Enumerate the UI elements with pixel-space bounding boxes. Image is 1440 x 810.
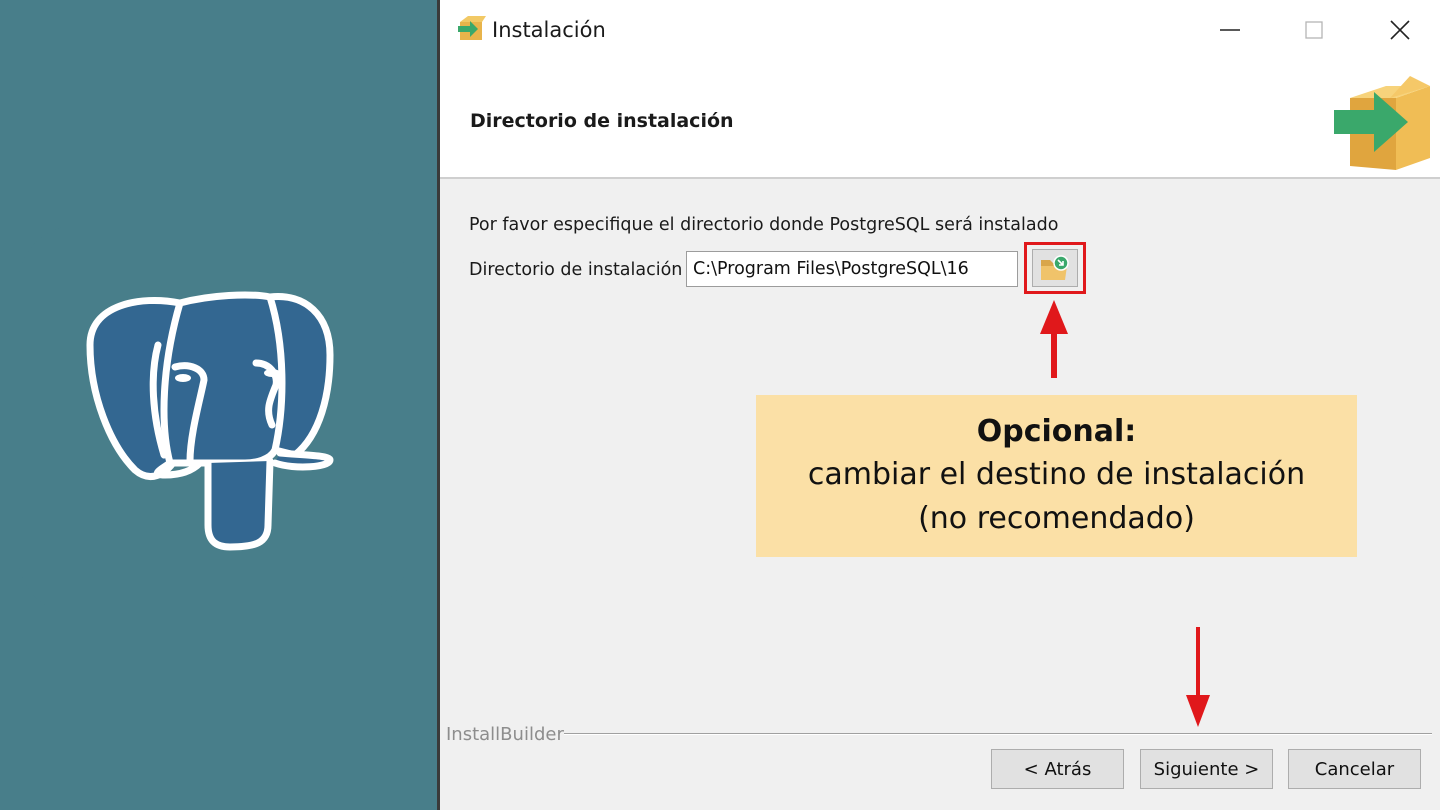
maximize-icon	[1305, 21, 1323, 39]
install-box-arrow-icon	[1334, 76, 1430, 170]
close-button[interactable]	[1380, 12, 1420, 48]
up-arrow-annotation	[1040, 300, 1068, 378]
callout-line-2: (no recomendado)	[918, 501, 1195, 536]
callout-line-1: cambiar el destino de instalación	[807, 457, 1306, 492]
callout-title: Opcional:	[976, 414, 1137, 449]
installbuilder-brand: InstallBuilder	[446, 724, 564, 745]
title-bar: Instalación	[440, 0, 1440, 60]
close-icon	[1390, 20, 1410, 40]
dir-label: Directorio de instalación	[469, 260, 683, 280]
down-arrow-annotation	[1186, 627, 1210, 727]
minimize-icon	[1220, 29, 1240, 31]
page-header: Directorio de instalación	[440, 60, 1440, 179]
page-title: Directorio de instalación	[470, 110, 734, 132]
folder-browse-icon	[1041, 255, 1069, 280]
footer-divider	[564, 733, 1432, 735]
installer-window: Instalación Directorio de instalación Po…	[437, 0, 1440, 810]
minimize-button[interactable]	[1210, 12, 1250, 48]
installer-app-icon	[458, 16, 486, 40]
description-text: Por favor especifique el directorio dond…	[469, 215, 1059, 235]
window-title: Instalación	[492, 18, 606, 42]
side-panel	[0, 0, 437, 810]
back-button[interactable]: < Atrás	[991, 749, 1124, 789]
callout-note: Opcional: cambiar el destino de instalac…	[756, 395, 1357, 557]
install-dir-input[interactable]	[686, 251, 1018, 287]
next-button[interactable]: Siguiente >	[1140, 749, 1273, 789]
postgresql-elephant-logo	[86, 291, 334, 551]
cancel-button[interactable]: Cancelar	[1288, 749, 1421, 789]
browse-button[interactable]	[1032, 249, 1078, 287]
maximize-button[interactable]	[1294, 12, 1334, 48]
